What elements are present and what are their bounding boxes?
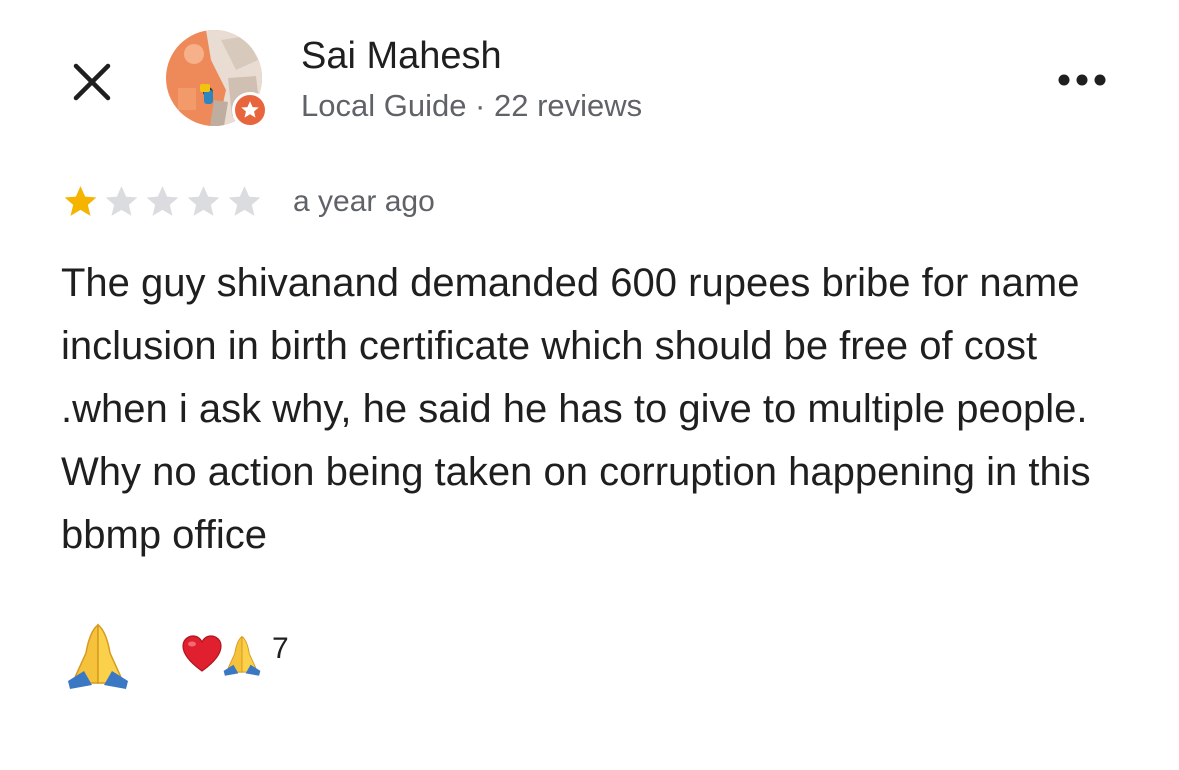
review-header: Sai Mahesh Local Guide · 22 reviews	[0, 0, 1179, 150]
star-filled-icon	[64, 186, 97, 216]
more-options-button[interactable]	[1052, 60, 1112, 100]
star-empty-icon	[228, 186, 261, 216]
reactions-row: 7	[60, 615, 289, 695]
folded-hands-icon	[68, 623, 128, 689]
avatar[interactable]	[166, 30, 268, 130]
reviewer-meta: Local Guide · 22 reviews	[301, 88, 643, 123]
folded-hands-icon	[223, 635, 261, 676]
more-horizontal-icon	[1058, 74, 1106, 86]
reaction-summary[interactable]: 7	[180, 632, 289, 677]
local-guide-badge	[232, 92, 268, 128]
rating-row: a year ago	[60, 180, 435, 224]
close-icon	[73, 63, 111, 101]
close-button[interactable]	[60, 50, 124, 114]
react-button[interactable]	[60, 615, 136, 695]
reaction-count: 7	[272, 632, 289, 665]
star-rating	[60, 182, 265, 222]
reviewer-name[interactable]: Sai Mahesh	[301, 35, 502, 78]
local-guide-star-icon	[241, 101, 259, 118]
star-empty-icon	[105, 186, 138, 216]
star-empty-icon	[187, 186, 220, 216]
star-empty-icon	[146, 186, 179, 216]
review-text: The guy shivanand demanded 600 rupees br…	[61, 261, 1091, 557]
review-time: a year ago	[293, 185, 435, 218]
red-heart-icon	[182, 635, 222, 672]
review-page: Sai Mahesh Local Guide · 22 reviews a ye…	[0, 0, 1179, 770]
